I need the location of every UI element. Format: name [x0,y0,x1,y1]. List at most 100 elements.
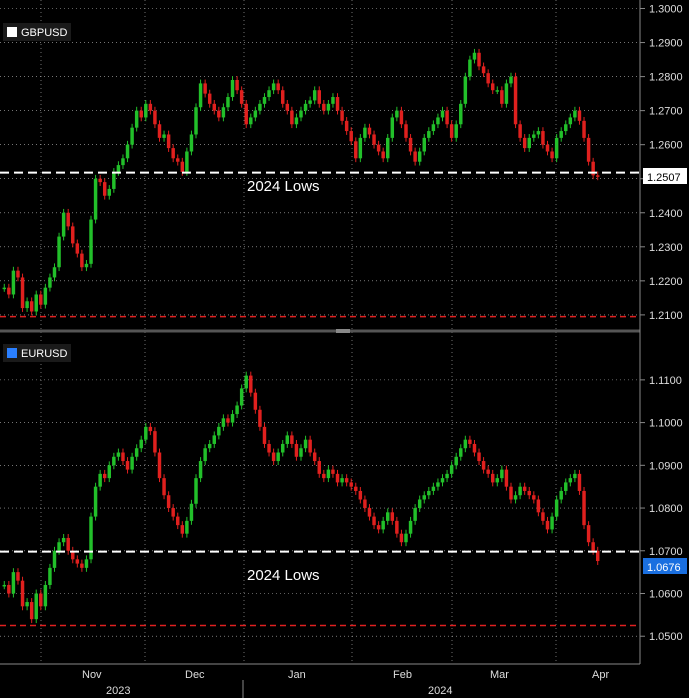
last-price-box-gbpusd: 1.2507 [643,168,687,184]
candle-body [139,439,143,449]
candle-body [7,287,11,295]
candle-body [518,124,522,138]
candle-body [153,431,157,453]
last-price-box-eurusd: 1.0676 [643,558,687,574]
candle-body [586,137,591,162]
candle-body [436,482,440,487]
candle-body [582,490,586,526]
candle-body [468,59,472,77]
panel-splitter-handle[interactable] [336,329,350,333]
candle-body [267,443,271,453]
candle-body [472,52,477,60]
candle-body [226,418,230,423]
candle-body [582,120,586,138]
candle-body [454,456,458,466]
x-month-label: Apr [592,669,609,681]
candle-body [11,270,16,295]
candle-body [20,277,25,309]
candle-body [518,486,522,496]
y-tick-label: 1.0800 [649,503,683,515]
candle-body [495,478,500,483]
candle-body [84,559,89,568]
candle-body [376,525,381,530]
candle-body [166,495,171,509]
candle-body [445,473,449,479]
candle-body [207,443,212,449]
candle-body [568,478,573,483]
candle-body [399,533,404,543]
candle-body [577,110,582,121]
candle-body [258,409,262,427]
candle-body [89,219,93,264]
candle-body [417,151,422,162]
candle-body [212,103,217,111]
candle-body [481,461,486,470]
y-tick-label: 1.2800 [649,72,683,84]
candle-body [536,131,541,135]
y-tick-label: 1.2700 [649,106,683,118]
candle-body [102,182,107,196]
y-tick-label: 1.2300 [649,242,683,254]
candle-body [532,134,536,138]
candle-body [134,110,139,128]
candle-body [57,236,61,268]
candle-body [189,134,194,152]
candle-body [372,134,376,145]
candle-body [262,426,267,444]
candle-body [495,90,500,92]
level-lines [0,171,640,627]
candle-body [80,563,84,568]
candle-body [75,559,80,564]
candle-body [121,158,125,166]
candle-body [29,301,34,312]
candle-body [66,212,70,227]
candle-body [162,134,166,138]
candle-body [554,137,559,159]
candle-body [550,151,554,159]
candle-body [39,593,43,607]
legend-gbpusd[interactable]: GBPUSD [3,23,71,41]
candle-body [299,110,303,118]
candle-body [7,584,11,594]
candle-body [559,490,563,500]
candle-body [294,443,299,457]
x-year-label: 2024 [428,685,452,697]
candle-body [340,110,344,121]
y-tick-label: 1.2400 [649,208,683,220]
candle-body [43,584,48,607]
legend-swatch-eurusd [7,348,17,358]
candle-body [25,301,29,309]
candle-body [577,473,582,491]
candle-body [198,461,203,479]
candle-body [564,124,568,132]
candle-body [395,110,399,118]
candle-body [89,516,93,560]
candle-body [477,452,481,462]
candle-body [344,478,349,483]
candle-body [532,495,536,500]
candle-body [536,499,541,513]
candle-body [130,456,134,470]
candle-body [308,439,312,453]
candle-body [262,97,267,104]
candle-body [157,124,162,138]
candle-body [564,482,568,491]
candle-body [463,439,468,449]
candle-body [381,151,385,159]
x-month-label: Mar [490,669,509,681]
candle-body [221,418,226,427]
legend-eurusd[interactable]: EURUSD [3,344,71,362]
candle-body [134,448,139,457]
candle-body [322,103,326,111]
y-tick-label: 1.2200 [649,276,683,288]
candle-body [431,124,436,132]
candle-body [344,120,349,132]
candle-body [34,593,38,620]
candle-body [422,495,426,500]
candle-body [500,469,504,479]
candle-body [472,443,477,453]
candle-body [285,103,290,111]
candle-body [281,443,285,453]
candle-body [253,110,258,118]
candle-body [367,508,372,517]
